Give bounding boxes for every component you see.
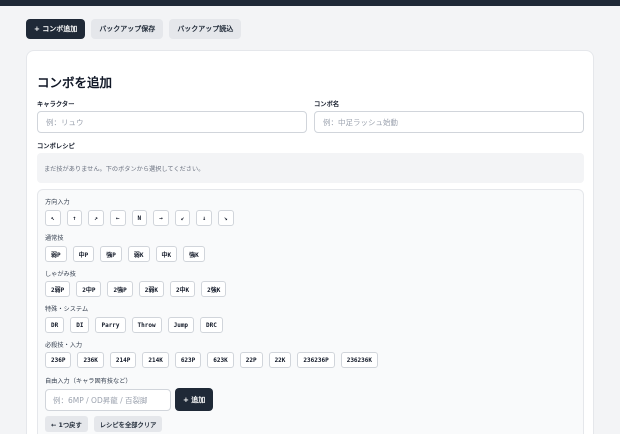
- system-move-button[interactable]: DRC: [200, 317, 223, 333]
- crouch-row: 2弱P 2中P 2強P 2弱K 2中K 2強K: [45, 281, 227, 297]
- card-title: コンボを追加: [37, 75, 113, 90]
- special-move-button[interactable]: 623K: [207, 352, 234, 368]
- normals-row: 弱P 中P 強P 弱K 中K 強K: [45, 246, 205, 262]
- direction-neutral-button[interactable]: N: [131, 210, 148, 226]
- direction-section-label: 方向入力: [45, 199, 70, 206]
- special-move-button[interactable]: 236K: [77, 352, 104, 368]
- recipe-label: コンボレシピ: [37, 143, 75, 150]
- special-move-button[interactable]: 236P: [45, 352, 72, 368]
- crouch-move-button[interactable]: 2弱P: [45, 281, 71, 297]
- recipe-empty-state: まだ技がありません。下のボタンから選択してください。: [37, 153, 584, 183]
- normal-move-button[interactable]: 強P: [100, 246, 122, 262]
- special-move-button[interactable]: 236236K: [340, 352, 378, 368]
- backup-load-button[interactable]: バックアップ読込: [169, 19, 242, 39]
- normal-move-button[interactable]: 弱K: [127, 246, 150, 262]
- direction-down-button[interactable]: ↓: [196, 210, 212, 226]
- free-add-button[interactable]: + 追加: [175, 388, 214, 411]
- crouch-move-button[interactable]: 2強K: [201, 281, 227, 297]
- special-move-button[interactable]: 214K: [142, 352, 169, 368]
- normal-move-button[interactable]: 弱P: [45, 246, 67, 262]
- crouch-move-button[interactable]: 2弱K: [138, 281, 164, 297]
- backup-save-button[interactable]: バックアップ保存: [91, 19, 164, 39]
- system-move-button[interactable]: DR: [45, 317, 65, 333]
- character-input[interactable]: 例：リュウ: [37, 111, 307, 133]
- combo-name-input[interactable]: 例：中足ラッシュ始動: [314, 111, 584, 133]
- direction-down-right-button[interactable]: ↘: [218, 210, 234, 226]
- crouch-section-label: しゃがみ技: [45, 271, 76, 278]
- direction-up-right-button[interactable]: ↗: [88, 210, 104, 226]
- special-section-label: 必殺技・入力: [45, 342, 83, 349]
- direction-down-left-button[interactable]: ↙: [174, 210, 191, 226]
- direction-row: ↖ ↑ ↗ ← N → ↙ ↓ ↘: [45, 210, 234, 226]
- system-row: DR DI Parry Throw Jump DRC: [45, 317, 223, 333]
- special-row: 236P 236K 214P 214K 623P 623K 22P 22K 23…: [45, 352, 378, 368]
- system-move-button[interactable]: DI: [70, 317, 90, 333]
- crouch-move-button[interactable]: 2中P: [76, 281, 102, 297]
- direction-right-button[interactable]: →: [153, 210, 169, 226]
- free-input-field[interactable]: 例：6MP / OD昇龍 / 百裂脚: [45, 389, 171, 411]
- combo-name-label: コンボ名: [314, 101, 340, 108]
- special-move-button[interactable]: 214P: [109, 352, 137, 368]
- add-combo-button[interactable]: + コンボ追加: [26, 19, 86, 39]
- system-section-label: 特殊・システム: [45, 306, 89, 313]
- system-move-button[interactable]: Throw: [131, 317, 162, 333]
- special-move-button[interactable]: 623P: [174, 352, 202, 368]
- normal-move-button[interactable]: 中K: [155, 246, 178, 262]
- special-move-button[interactable]: 22P: [239, 352, 263, 368]
- clear-recipe-button[interactable]: レシピを全部クリア: [93, 416, 163, 432]
- free-input-section-label: 自由入力（キャラ固有技など）: [45, 378, 132, 385]
- direction-up-left-button[interactable]: ↖: [45, 210, 61, 226]
- special-move-button[interactable]: 236236P: [297, 352, 335, 368]
- special-move-button[interactable]: 22K: [268, 352, 292, 368]
- toolbar: + コンボ追加 バックアップ保存 バックアップ読込: [26, 19, 242, 39]
- system-move-button[interactable]: Parry: [95, 317, 126, 333]
- top-bar: [0, 0, 620, 6]
- crouch-move-button[interactable]: 2強P: [107, 281, 133, 297]
- input-palette: 方向入力 ↖ ↑ ↗ ← N → ↙ ↓ ↘ 通常技 弱P 中P 強P 弱K 中…: [37, 189, 584, 434]
- recipe-actions-row: ← 1つ戻す レシピを全部クリア: [45, 416, 163, 432]
- crouch-move-button[interactable]: 2中K: [169, 281, 196, 297]
- undo-button[interactable]: ← 1つ戻す: [45, 416, 88, 432]
- direction-up-button[interactable]: ↑: [66, 210, 83, 226]
- normals-section-label: 通常技: [45, 235, 64, 242]
- direction-left-button[interactable]: ←: [109, 210, 126, 226]
- system-move-button[interactable]: Jump: [167, 317, 195, 333]
- normal-move-button[interactable]: 中P: [72, 246, 95, 262]
- add-combo-card: コンボを追加 キャラクター 例：リュウ コンボ名 例：中足ラッシュ始動 コンボレ…: [26, 50, 594, 434]
- character-label: キャラクター: [37, 101, 75, 108]
- normal-move-button[interactable]: 強K: [183, 246, 205, 262]
